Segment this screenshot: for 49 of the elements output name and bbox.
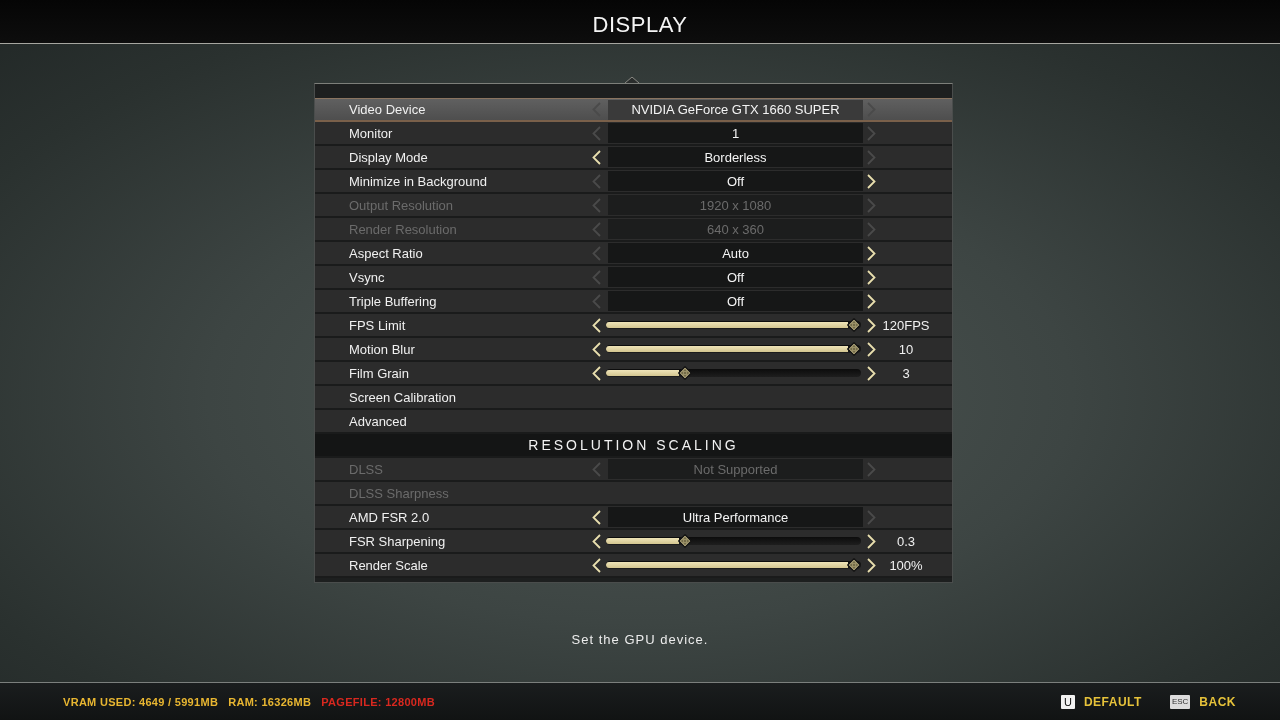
shortcut-button[interactable]: U DEFAULT (1060, 694, 1142, 709)
slider-reading: 10 (898, 341, 914, 357)
slider-reading: 120FPS (882, 317, 930, 333)
stat-text: RAM: 16326MB (228, 695, 312, 708)
diamond-handle-icon[interactable] (678, 366, 693, 380)
value-selector[interactable]: NVIDIA GeForce GTX 1660 SUPER (608, 99, 863, 120)
slider-reading: 100% (889, 557, 923, 573)
slider-track[interactable] (606, 537, 861, 545)
section-heading: RESOLUTION SCALING (315, 434, 952, 458)
key-cap: U (1060, 694, 1075, 709)
value-selector[interactable]: 1 (608, 123, 863, 143)
value-selector[interactable]: Off (608, 291, 863, 311)
stat-text: PAGEFILE: 12800MB (321, 695, 435, 708)
settings-row[interactable]: Motion Blur 10 (315, 338, 952, 362)
stat-text: VRAM USED: 4649 / 5991MB (63, 695, 219, 708)
settings-row[interactable]: Triple Buffering Off (315, 290, 952, 314)
diamond-handle-icon[interactable] (678, 534, 693, 548)
settings-row[interactable]: AMD FSR 2.0 Ultra Performance (315, 506, 952, 530)
settings-row[interactable]: Film Grain 3 (315, 362, 952, 386)
slider-reading: 0.3 (896, 533, 916, 549)
notch-icon (625, 77, 639, 83)
slider-track[interactable] (606, 321, 861, 329)
diamond-handle-icon[interactable] (847, 558, 861, 572)
slider-reading: 3 (902, 365, 910, 381)
slider-track[interactable] (606, 561, 861, 569)
value-selector[interactable]: Off (608, 267, 863, 287)
settings-row[interactable]: Render Scale 100% (315, 554, 952, 578)
value-selector[interactable]: Auto (608, 243, 863, 263)
value-selector[interactable]: Borderless (608, 147, 863, 167)
shortcut-button[interactable]: ESC BACK (1169, 694, 1236, 709)
slider-track[interactable] (606, 369, 861, 377)
settings-row[interactable]: Advanced (315, 410, 952, 434)
settings-row[interactable]: Monitor 1 (315, 122, 952, 146)
settings-row[interactable]: Display Mode Borderless (315, 146, 952, 170)
value-selector[interactable]: Off (608, 171, 863, 191)
value-selector[interactable]: Ultra Performance (608, 507, 863, 527)
page-title: DISPLAY (592, 12, 688, 39)
settings-row[interactable]: FPS Limit 120FPS (315, 314, 952, 338)
settings-row[interactable]: Aspect Ratio Auto (315, 242, 952, 266)
settings-row[interactable]: Minimize in Background Off (315, 170, 952, 194)
diamond-handle-icon[interactable] (847, 318, 861, 332)
settings-row[interactable]: FSR Sharpening 0.3 (315, 530, 952, 554)
settings-row[interactable]: Video Device NVIDIA GeForce GTX 1660 SUPER (315, 98, 952, 122)
hint-text: Set the GPU device. (571, 632, 709, 647)
settings-row[interactable]: Vsync Off (315, 266, 952, 290)
key-cap: ESC (1169, 694, 1191, 709)
slider-track[interactable] (606, 345, 861, 353)
settings-row[interactable]: Screen Calibration (315, 386, 952, 410)
diamond-handle-icon[interactable] (847, 342, 861, 356)
